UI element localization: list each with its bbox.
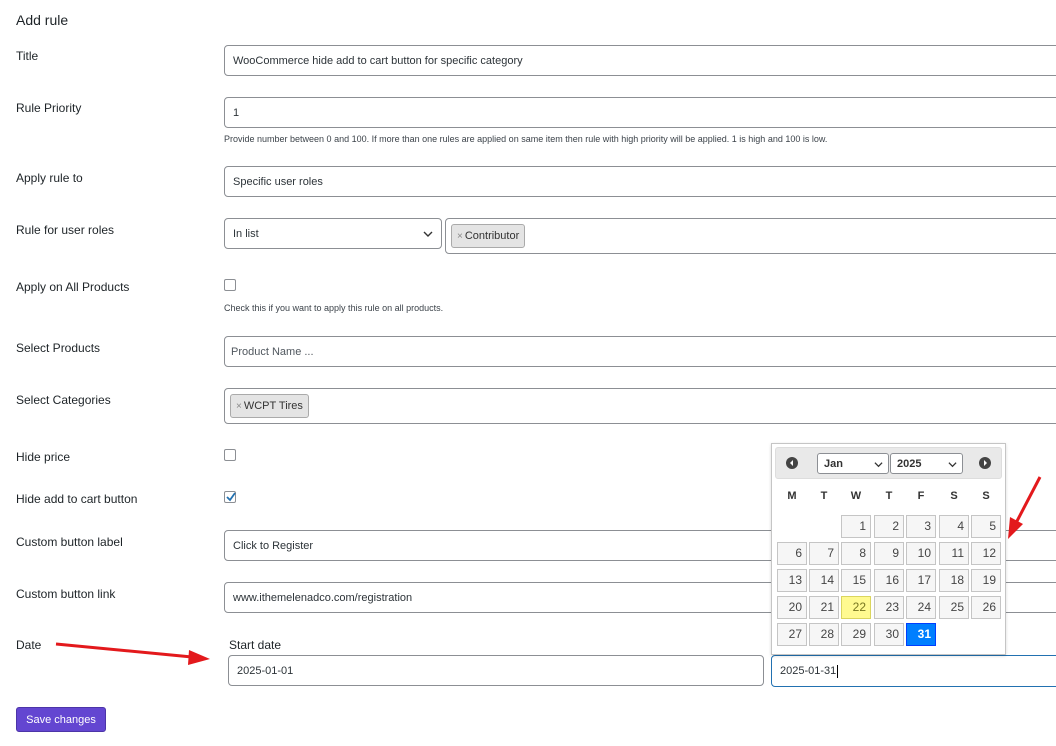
chevron-down-icon [874,462,883,468]
weekday-header: M [787,490,797,502]
rule-priority-label: Rule Priority [16,101,82,115]
month-select[interactable]: Jan [817,453,889,474]
calendar-day[interactable]: 2 [874,515,904,538]
calendar-day[interactable]: 19 [971,569,1001,592]
next-month-icon[interactable] [978,456,992,470]
calendar-day[interactable]: 9 [874,542,904,565]
all-products-label: Apply on All Products [16,280,130,294]
category-tag[interactable]: × WCPT Tires [230,394,309,418]
calendar-day[interactable]: 25 [939,596,969,619]
select-categories-label: Select Categories [16,393,111,407]
apply-rule-select[interactable]: Specific user roles [224,166,1056,197]
calendar-day[interactable]: 30 [874,623,904,646]
rule-priority-input[interactable]: 1 [224,97,1056,128]
hide-cart-label: Hide add to cart button [16,492,138,506]
start-date-input[interactable]: 2025-01-01 [228,655,764,686]
calendar-day[interactable]: 22 [841,596,871,619]
calendar-day[interactable]: 13 [777,569,807,592]
datepicker-header: Jan 2025 [775,447,1002,479]
calendar-day[interactable]: 31 [906,623,936,646]
save-changes-button[interactable]: Save changes [16,707,106,732]
calendar-day[interactable]: 26 [971,596,1001,619]
custom-label-label: Custom button label [16,535,123,549]
select-categories-box[interactable]: × WCPT Tires [224,388,1056,424]
weekday-header: S [982,490,990,502]
calendar-day[interactable]: 12 [971,542,1001,565]
calendar-day[interactable]: 23 [874,596,904,619]
rule-priority-help: Provide number between 0 and 100. If mor… [224,134,828,144]
end-date-value: 2025-01-31 [780,665,837,677]
title-input[interactable]: WooCommerce hide add to cart button for … [224,45,1056,76]
user-roles-condition-value: In list [233,227,259,240]
weekday-header: S [950,490,958,502]
weekday-header: T [820,490,828,502]
calendar-day[interactable]: 7 [809,542,839,565]
datepicker: Jan 2025 MTWTFSS 1 2 3 4 5 6 7 8 9 10 11 12 13 14 15 16… [771,443,1006,655]
chevron-down-icon [423,231,433,237]
calendar-day[interactable]: 15 [841,569,871,592]
text-cursor [837,664,839,678]
weekday-header: W [850,490,862,502]
select-products-input[interactable]: Product Name ... [224,336,1056,367]
calendar-day[interactable]: 6 [777,542,807,565]
checkmark-icon [226,492,236,502]
calendar-day[interactable]: 14 [809,569,839,592]
user-roles-tag-box[interactable]: × Contributor [445,218,1056,254]
calendar-day[interactable]: 16 [874,569,904,592]
calendar-day[interactable]: 11 [939,542,969,565]
date-label: Date [16,638,42,652]
annotation-arrow [55,642,210,665]
page-heading: Add rule [16,12,69,28]
calendar-day[interactable]: 20 [777,596,807,619]
annotation-arrow [1008,476,1042,539]
calendar-day[interactable]: 5 [971,515,1001,538]
select-products-label: Select Products [16,341,101,355]
user-roles-condition-select[interactable]: In list [224,218,442,249]
apply-rule-label: Apply rule to [16,171,83,185]
hide-price-checkbox[interactable] [224,449,236,461]
year-select[interactable]: 2025 [890,453,963,474]
calendar-day[interactable]: 4 [939,515,969,538]
weekday-header: T [885,490,893,502]
calendar-day[interactable]: 17 [906,569,936,592]
calendar-day[interactable]: 10 [906,542,936,565]
prev-month-icon[interactable] [785,456,799,470]
calendar-day[interactable]: 28 [809,623,839,646]
calendar-day[interactable]: 18 [939,569,969,592]
title-label: Title [16,49,39,63]
calendar-day[interactable]: 8 [841,542,871,565]
calendar-day[interactable]: 1 [841,515,871,538]
weekday-header: F [917,490,925,502]
all-products-help: Check this if you want to apply this rul… [224,303,444,313]
calendar-day[interactable]: 27 [777,623,807,646]
all-products-checkbox[interactable] [224,279,236,291]
calendar-day[interactable]: 3 [906,515,936,538]
calendar-day[interactable]: 29 [841,623,871,646]
calendar-day[interactable]: 24 [906,596,936,619]
start-date-label: Start date [229,638,282,652]
calendar-day[interactable]: 21 [809,596,839,619]
chevron-down-icon [948,462,957,468]
hide-cart-checkbox[interactable] [224,491,236,503]
remove-tag-icon[interactable]: × [457,231,463,242]
remove-tag-icon[interactable]: × [236,401,242,412]
user-roles-label: Rule for user roles [16,223,115,237]
custom-link-label: Custom button link [16,587,116,601]
hide-price-label: Hide price [16,450,71,464]
user-role-tag[interactable]: × Contributor [451,224,526,248]
end-date-input[interactable]: 2025-01-31 [771,655,1056,687]
